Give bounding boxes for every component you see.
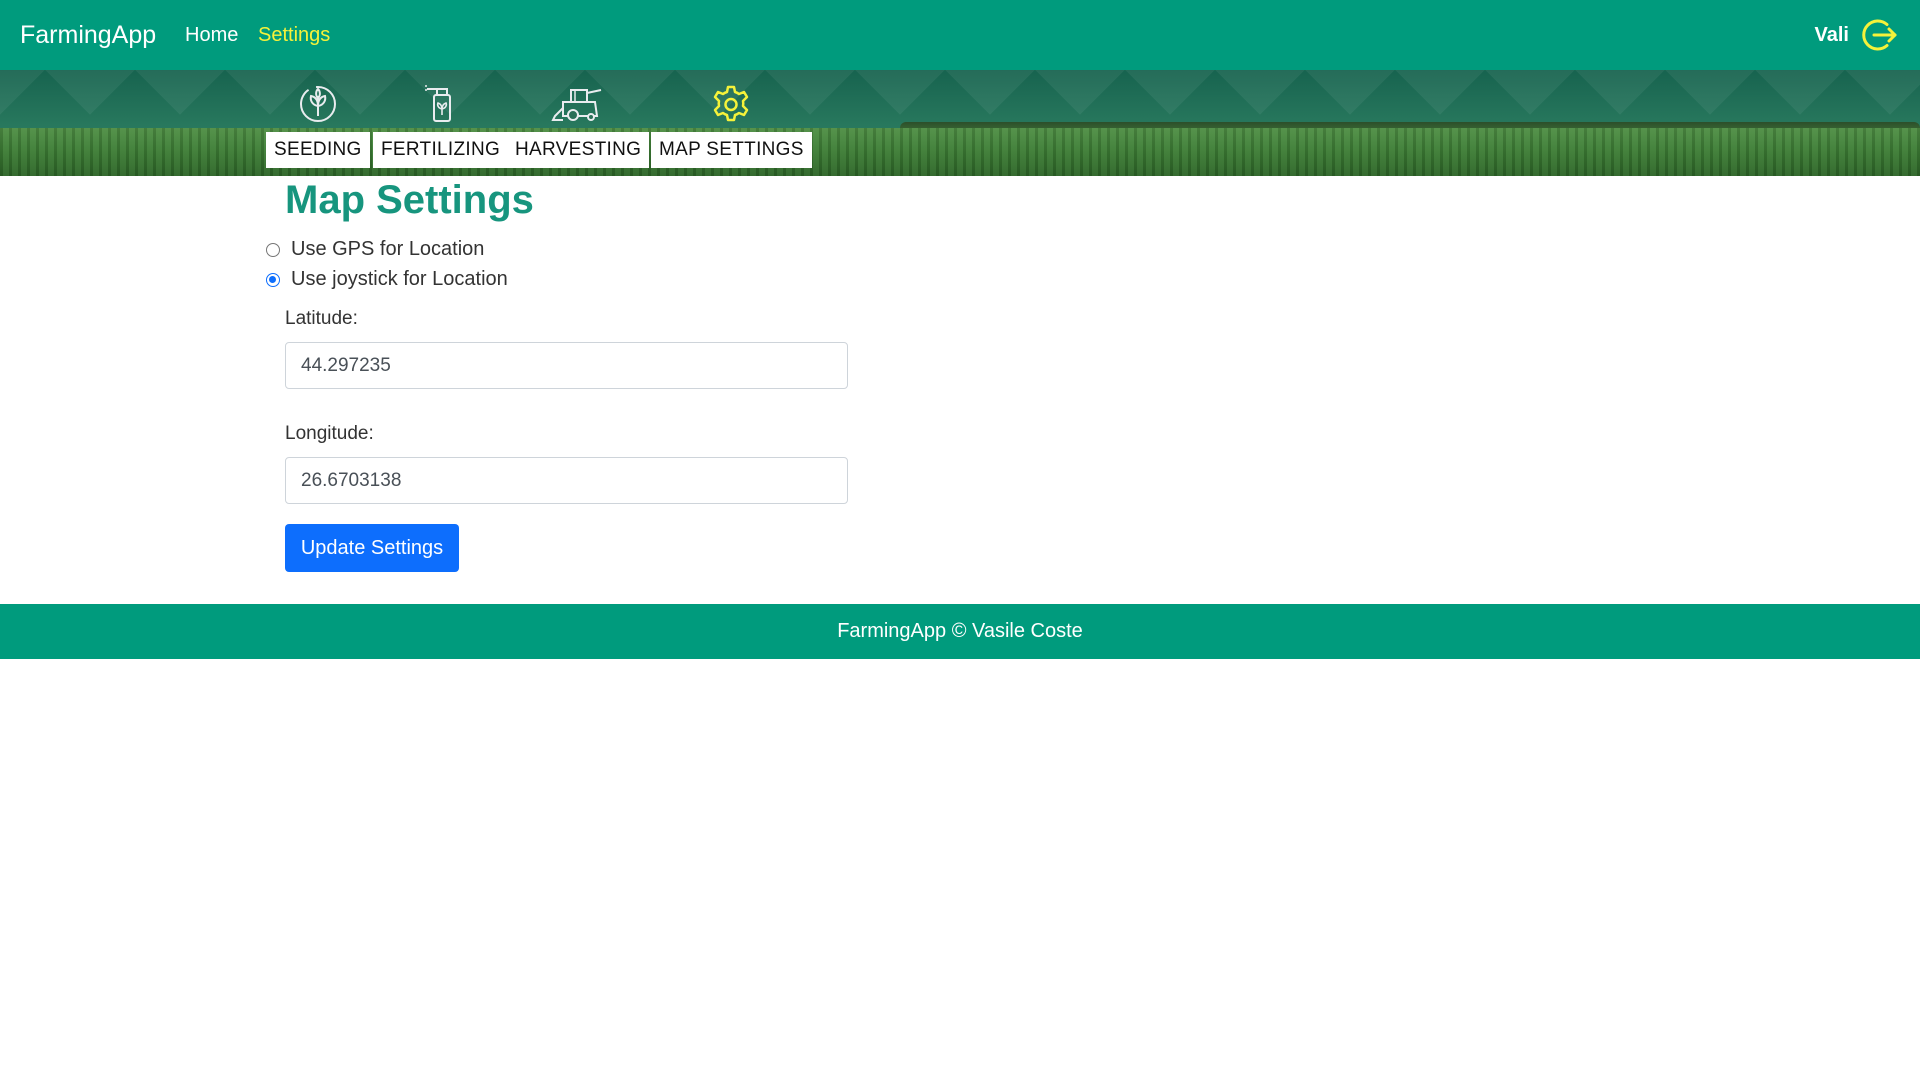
seedling-icon — [299, 86, 336, 122]
field-banner: SEEDING FERTILIZING HARVESTING MAP SETTI… — [0, 70, 1920, 176]
gps-radio-label[interactable]: Use GPS for Location — [291, 238, 484, 261]
tab-harvesting[interactable]: HARVESTING — [507, 70, 650, 168]
footer: FarmingApp © Vasile Coste — [0, 604, 1920, 659]
joystick-radio[interactable] — [266, 272, 280, 287]
page-title: Map Settings — [285, 178, 534, 222]
latitude-input[interactable] — [285, 342, 848, 389]
fertilizer-sprayer-icon — [424, 85, 451, 122]
longitude-label: Longitude: — [285, 423, 374, 444]
gps-radio[interactable] — [266, 242, 280, 257]
gear-icon — [714, 85, 749, 122]
user-name: Vali — [1814, 24, 1849, 46]
tab-map-settings[interactable]: MAP SETTINGS — [651, 70, 812, 168]
longitude-input[interactable] — [285, 457, 848, 504]
radio-option-joystick[interactable]: Use joystick for Location — [266, 268, 508, 291]
radio-option-gps[interactable]: Use GPS for Location — [266, 238, 484, 261]
brand-logo-link[interactable]: FarmingApp — [20, 21, 156, 50]
footer-text: FarmingApp © Vasile Coste — [837, 620, 1083, 642]
top-navbar: FarmingApp Home Settings Vali — [0, 0, 1920, 70]
joystick-radio-label[interactable]: Use joystick for Location — [291, 268, 508, 291]
tab-map-settings-label[interactable]: MAP SETTINGS — [651, 132, 812, 168]
tab-fertilizing[interactable]: FERTILIZING — [373, 70, 509, 168]
tab-seeding[interactable]: SEEDING — [266, 70, 370, 168]
tab-seeding-label[interactable]: SEEDING — [266, 132, 370, 168]
latitude-label: Latitude: — [285, 308, 358, 329]
tab-fertilizing-label[interactable]: FERTILIZING — [373, 132, 509, 168]
logout-icon[interactable] — [1860, 15, 1900, 55]
tab-harvesting-label[interactable]: HARVESTING — [507, 132, 650, 168]
nav-link-settings[interactable]: Settings — [258, 24, 330, 47]
update-settings-button[interactable]: Update Settings — [285, 524, 459, 572]
nav-link-home[interactable]: Home — [185, 24, 238, 47]
combine-harvester-icon — [551, 89, 602, 121]
